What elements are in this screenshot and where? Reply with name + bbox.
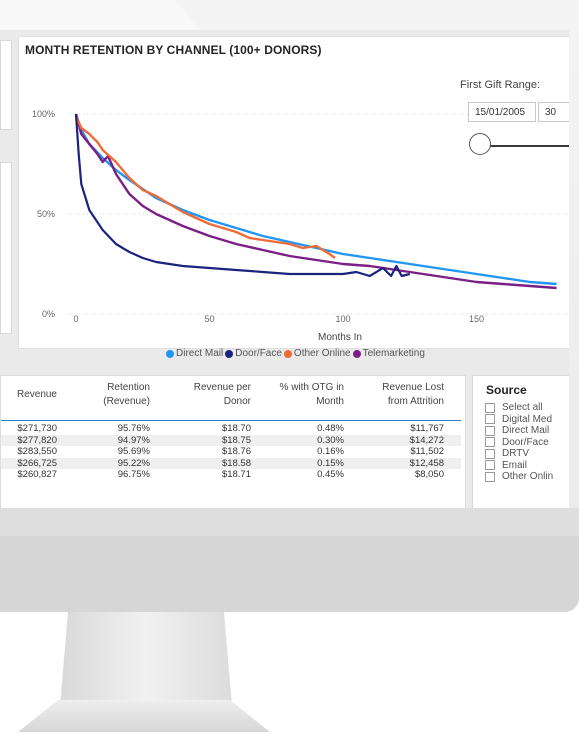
table-cell: $283,550 [17,446,57,458]
y-tick-label: 100% [32,109,55,119]
chart-legend: Direct Mail Door/Face Other Online Telem… [166,348,427,359]
table-cell: $14,272 [409,434,444,446]
left-card-top [0,40,12,130]
table-cell: $260,827 [17,469,57,481]
x-axis-label: Months In [318,332,362,343]
metrics-table-panel: Revenue Retention (Revenue) Revenue per … [0,375,466,508]
y-tick-label: 50% [37,209,55,219]
date-range-slider-track[interactable] [489,145,569,147]
table-row[interactable]: $260,827 96.75% $18.71 0.45% $8,050 [1,469,461,481]
first-gift-range-label: First Gift Range: [460,79,541,91]
legend-item-telemarketing[interactable]: Telemarketing [352,348,425,359]
table-cell: 0.48% [317,423,344,434]
table-cell: 0.30% [317,434,344,446]
source-option-other-onlin[interactable]: Other Onlin [485,471,553,482]
legend-dot-icon [283,349,292,358]
table-cell: 0.45% [317,469,344,481]
table-cell: 94.97% [117,434,150,446]
table-cell: 95.76% [117,423,150,434]
legend-item-other-online[interactable]: Other Online [283,348,351,359]
source-slicer-title: Source [486,383,527,397]
report-screen: MONTH RETENTION BY CHANNEL (100+ DONORS)… [0,30,569,508]
table-cell: $18.71 [221,469,251,481]
table-row[interactable]: $266,725 95.22% $18.58 0.15% $12,458 [1,457,461,470]
checkbox-icon[interactable] [485,402,495,413]
table-cell: $18.76 [221,446,251,458]
source-option-direct-mail[interactable]: Direct Mail [485,425,549,436]
table-row[interactable]: $283,550 95.69% $18.76 0.16% $11,502 [1,446,461,458]
checkbox-icon[interactable] [485,460,495,470]
monitor-chin [0,536,579,612]
x-tick-label: 100 [335,314,350,324]
table-cell: $11,502 [410,446,444,458]
table-cell: 95.22% [117,457,150,469]
checkbox-icon[interactable] [485,448,495,459]
checkbox-icon[interactable] [485,414,495,424]
x-tick-label: 50 [204,314,214,324]
table-cell: $18.70 [221,423,251,434]
table-cell: $271,730 [17,423,57,434]
table-cell: $11,767 [410,423,444,434]
legend-dot-icon [352,349,361,358]
checkbox-icon[interactable] [485,471,495,482]
source-option-drtv[interactable]: DRTV [485,448,529,459]
header-divider [1,420,461,421]
legend-item-direct-mail[interactable]: Direct Mail [166,348,223,359]
table-cell: 96.75% [117,469,150,481]
source-option-digital-med[interactable]: Digital Med [485,414,552,425]
table-cell: 0.16% [317,446,344,458]
column-header-revenue-lost[interactable]: Revenue Lost from Attrition [364,381,444,409]
source-option-door-face[interactable]: Door/Face [485,437,549,448]
table-row[interactable]: $277,820 94.97% $18.75 0.30% $14,272 [1,434,461,447]
end-date-input[interactable]: 30 [538,102,569,122]
start-date-input[interactable]: 15/01/2005 [468,102,536,122]
date-range-slider-handle[interactable] [469,133,491,155]
legend-item-door-face[interactable]: Door/Face [225,348,282,359]
table-cell: $12,458 [409,457,444,469]
table-cell: $266,725 [17,457,57,469]
source-option-select-all[interactable]: Select all [485,402,543,413]
left-card-middle [0,162,12,334]
column-header-retention[interactable]: Retention (Revenue) [87,381,150,409]
source-slicer-panel: Source Select all Digital Med Direct Mail D… [472,375,569,508]
column-header-revenue[interactable]: Revenue [1,388,57,402]
series-line-other-online[interactable] [74,115,336,259]
table-cell: $277,820 [17,434,57,446]
monitor-gloss [0,0,200,30]
column-header-otg[interactable]: % with OTG in Month [263,381,344,409]
checkbox-icon[interactable] [485,437,495,447]
x-tick-label: 0 [73,314,78,324]
table-cell: $8,050 [414,469,444,481]
checkbox-icon[interactable] [485,425,495,436]
table-cell: 95.69% [117,446,150,458]
y-tick-label: 0% [42,309,55,319]
legend-dot-icon [225,349,234,358]
table-cell: $18.58 [221,457,251,469]
table-cell: $18.75 [221,434,251,446]
retention-chart-panel[interactable]: MONTH RETENTION BY CHANNEL (100+ DONORS)… [18,36,569,349]
table-row[interactable]: $271,730 95.76% $18.70 0.48% $11,767 [1,423,461,435]
series-line-door-face[interactable] [74,113,411,278]
column-header-revenue-per-donor[interactable]: Revenue per Donor [173,381,251,409]
monitor-stand-foot [18,700,270,732]
legend-dot-icon [166,349,174,358]
monitor-stand-neck [60,612,232,706]
table-cell: 0.15% [317,457,344,469]
source-option-email[interactable]: Email [485,460,527,471]
x-tick-label: 150 [469,314,484,324]
